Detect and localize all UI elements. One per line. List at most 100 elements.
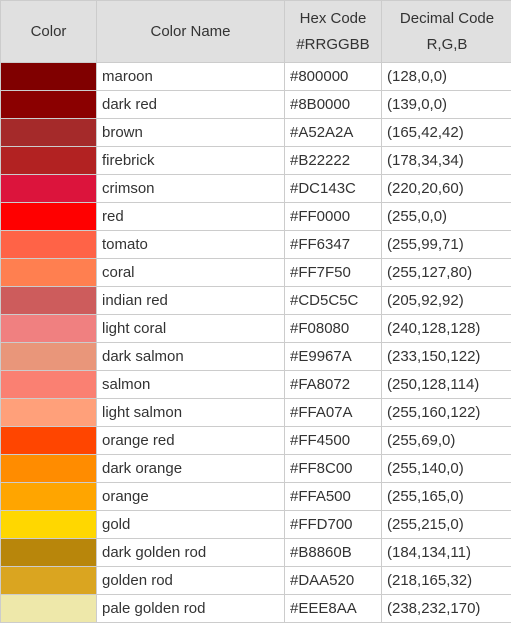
- color-swatch: [0, 202, 97, 231]
- color-name-cell: maroon: [96, 62, 285, 91]
- table-row: orange #FFA500 (255,165,0): [0, 482, 511, 511]
- hex-code-cell: #FA8072: [284, 370, 382, 399]
- color-name-cell: tomato: [96, 230, 285, 259]
- table-row: salmon #FA8072 (250,128,114): [0, 370, 511, 399]
- header-row: Color Color Name Hex Code #RRGGBB Decimal…: [0, 0, 511, 63]
- table-row: red #FF0000 (255,0,0): [0, 202, 511, 231]
- hex-code-cell: #FF4500: [284, 426, 382, 455]
- color-name-cell: salmon: [96, 370, 285, 399]
- table-row: indian red #CD5C5C (205,92,92): [0, 286, 511, 315]
- header-hex-code: Hex Code #RRGGBB: [284, 0, 382, 63]
- table-row: firebrick #B22222 (178,34,34): [0, 146, 511, 175]
- header-color-name: Color Name: [96, 0, 285, 63]
- color-name-cell: coral: [96, 258, 285, 287]
- table-row: brown #A52A2A (165,42,42): [0, 118, 511, 147]
- hex-code-cell: #FF0000: [284, 202, 382, 231]
- color-swatch: [0, 426, 97, 455]
- table-row: dark orange #FF8C00 (255,140,0): [0, 454, 511, 483]
- hex-code-cell: #FFA500: [284, 482, 382, 511]
- color-swatch: [0, 174, 97, 203]
- header-color: Color: [0, 0, 97, 63]
- decimal-code-cell: (205,92,92): [381, 286, 511, 315]
- decimal-code-cell: (165,42,42): [381, 118, 511, 147]
- table-row: light salmon #FFA07A (255,160,122): [0, 398, 511, 427]
- hex-code-cell: #CD5C5C: [284, 286, 382, 315]
- hex-code-cell: #EEE8AA: [284, 594, 382, 623]
- decimal-code-cell: (240,128,128): [381, 314, 511, 343]
- color-swatch: [0, 230, 97, 259]
- hex-code-cell: #800000: [284, 62, 382, 91]
- color-name-cell: dark salmon: [96, 342, 285, 371]
- hex-code-cell: #A52A2A: [284, 118, 382, 147]
- color-name-cell: golden rod: [96, 566, 285, 595]
- color-name-cell: light coral: [96, 314, 285, 343]
- color-name-cell: dark golden rod: [96, 538, 285, 567]
- color-swatch: [0, 314, 97, 343]
- decimal-code-cell: (255,127,80): [381, 258, 511, 287]
- table-row: dark red #8B0000 (139,0,0): [0, 90, 511, 119]
- color-name-cell: indian red: [96, 286, 285, 315]
- color-name-cell: dark red: [96, 90, 285, 119]
- hex-code-cell: #FF6347: [284, 230, 382, 259]
- hex-code-cell: #FFD700: [284, 510, 382, 539]
- color-name-cell: brown: [96, 118, 285, 147]
- color-swatch: [0, 566, 97, 595]
- hex-code-cell: #FFA07A: [284, 398, 382, 427]
- decimal-code-cell: (218,165,32): [381, 566, 511, 595]
- color-name-cell: orange: [96, 482, 285, 511]
- color-name-cell: crimson: [96, 174, 285, 203]
- hex-code-cell: #E9967A: [284, 342, 382, 371]
- decimal-code-cell: (255,140,0): [381, 454, 511, 483]
- color-swatch: [0, 510, 97, 539]
- table-row: orange red #FF4500 (255,69,0): [0, 426, 511, 455]
- table-row: gold #FFD700 (255,215,0): [0, 510, 511, 539]
- decimal-code-cell: (255,215,0): [381, 510, 511, 539]
- table-row: light coral #F08080 (240,128,128): [0, 314, 511, 343]
- hex-code-cell: #DC143C: [284, 174, 382, 203]
- color-swatch: [0, 594, 97, 623]
- color-name-cell: gold: [96, 510, 285, 539]
- decimal-code-cell: (238,232,170): [381, 594, 511, 623]
- color-name-cell: dark orange: [96, 454, 285, 483]
- color-name-cell: pale golden rod: [96, 594, 285, 623]
- table-row: crimson #DC143C (220,20,60): [0, 174, 511, 203]
- table-row: dark salmon #E9967A (233,150,122): [0, 342, 511, 371]
- hex-code-cell: #8B0000: [284, 90, 382, 119]
- color-swatch: [0, 370, 97, 399]
- decimal-code-cell: (184,134,11): [381, 538, 511, 567]
- color-name-cell: firebrick: [96, 146, 285, 175]
- color-swatch: [0, 482, 97, 511]
- color-swatch: [0, 118, 97, 147]
- decimal-code-cell: (255,160,122): [381, 398, 511, 427]
- hex-code-cell: #FF8C00: [284, 454, 382, 483]
- color-swatch: [0, 62, 97, 91]
- table-row: pale golden rod #EEE8AA (238,232,170): [0, 594, 511, 623]
- color-swatch: [0, 90, 97, 119]
- decimal-code-cell: (233,150,122): [381, 342, 511, 371]
- color-swatch: [0, 454, 97, 483]
- table-row: dark golden rod #B8860B (184,134,11): [0, 538, 511, 567]
- header-decimal-code: Decimal Code R,G,B: [381, 0, 511, 63]
- decimal-code-cell: (220,20,60): [381, 174, 511, 203]
- hex-code-cell: #B8860B: [284, 538, 382, 567]
- color-name-cell: light salmon: [96, 398, 285, 427]
- table-row: golden rod #DAA520 (218,165,32): [0, 566, 511, 595]
- color-swatch: [0, 258, 97, 287]
- decimal-code-cell: (128,0,0): [381, 62, 511, 91]
- table-row: maroon #800000 (128,0,0): [0, 62, 511, 91]
- decimal-code-cell: (255,99,71): [381, 230, 511, 259]
- decimal-code-cell: (255,165,0): [381, 482, 511, 511]
- hex-code-cell: #B22222: [284, 146, 382, 175]
- color-name-cell: orange red: [96, 426, 285, 455]
- hex-code-cell: #F08080: [284, 314, 382, 343]
- color-name-cell: red: [96, 202, 285, 231]
- table-row: tomato #FF6347 (255,99,71): [0, 230, 511, 259]
- color-swatch: [0, 398, 97, 427]
- decimal-code-cell: (178,34,34): [381, 146, 511, 175]
- color-swatch: [0, 538, 97, 567]
- decimal-code-cell: (250,128,114): [381, 370, 511, 399]
- hex-code-cell: #DAA520: [284, 566, 382, 595]
- color-swatch: [0, 342, 97, 371]
- decimal-code-cell: (255,69,0): [381, 426, 511, 455]
- hex-code-cell: #FF7F50: [284, 258, 382, 287]
